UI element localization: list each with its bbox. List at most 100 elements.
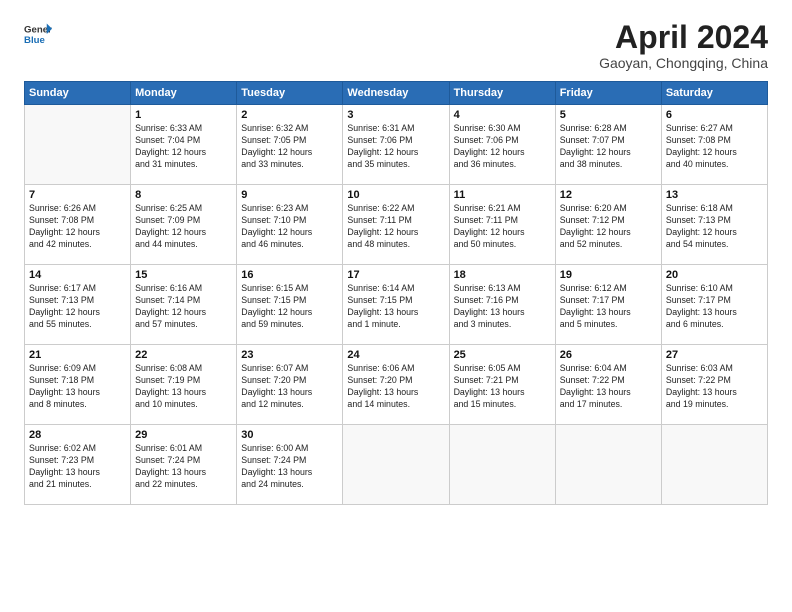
calendar-cell: 20 Sunrise: 6:10 AMSunset: 7:17 PMDayligh…: [661, 265, 767, 345]
day-info: Sunrise: 6:01 AMSunset: 7:24 PMDaylight:…: [135, 443, 232, 491]
calendar-cell: 18 Sunrise: 6:13 AMSunset: 7:16 PMDayligh…: [449, 265, 555, 345]
calendar-cell: 2 Sunrise: 6:32 AMSunset: 7:05 PMDaylight…: [237, 105, 343, 185]
day-number: 9: [241, 189, 338, 201]
calendar-cell: 26 Sunrise: 6:04 AMSunset: 7:22 PMDayligh…: [555, 345, 661, 425]
day-number: 11: [454, 189, 551, 201]
day-info: Sunrise: 6:07 AMSunset: 7:20 PMDaylight:…: [241, 363, 338, 411]
day-info: Sunrise: 6:05 AMSunset: 7:21 PMDaylight:…: [454, 363, 551, 411]
calendar-cell: 14 Sunrise: 6:17 AMSunset: 7:13 PMDayligh…: [25, 265, 131, 345]
calendar-cell: [661, 425, 767, 505]
day-number: 28: [29, 429, 126, 441]
day-info: Sunrise: 6:33 AMSunset: 7:04 PMDaylight:…: [135, 123, 232, 171]
day-number: 24: [347, 349, 444, 361]
day-number: 23: [241, 349, 338, 361]
day-number: 7: [29, 189, 126, 201]
day-number: 30: [241, 429, 338, 441]
day-info: Sunrise: 6:31 AMSunset: 7:06 PMDaylight:…: [347, 123, 444, 171]
day-info: Sunrise: 6:09 AMSunset: 7:18 PMDaylight:…: [29, 363, 126, 411]
col-header-monday: Monday: [131, 82, 237, 105]
calendar-cell: 13 Sunrise: 6:18 AMSunset: 7:13 PMDayligh…: [661, 185, 767, 265]
day-info: Sunrise: 6:28 AMSunset: 7:07 PMDaylight:…: [560, 123, 657, 171]
day-number: 16: [241, 269, 338, 281]
calendar-cell: 27 Sunrise: 6:03 AMSunset: 7:22 PMDayligh…: [661, 345, 767, 425]
day-number: 3: [347, 109, 444, 121]
calendar-cell: 7 Sunrise: 6:26 AMSunset: 7:08 PMDaylight…: [25, 185, 131, 265]
calendar-cell: 8 Sunrise: 6:25 AMSunset: 7:09 PMDaylight…: [131, 185, 237, 265]
calendar-cell: [555, 425, 661, 505]
day-number: 22: [135, 349, 232, 361]
calendar-cell: [449, 425, 555, 505]
calendar-cell: 1Sunrise: 6:33 AMSunset: 7:04 PMDaylight…: [131, 105, 237, 185]
day-info: Sunrise: 6:26 AMSunset: 7:08 PMDaylight:…: [29, 203, 126, 251]
calendar-table: SundayMondayTuesdayWednesdayThursdayFrid…: [24, 81, 768, 505]
day-number: 12: [560, 189, 657, 201]
day-number: 10: [347, 189, 444, 201]
calendar-cell: 25Sunrise: 6:05 AMSunset: 7:21 PMDayligh…: [449, 345, 555, 425]
day-info: Sunrise: 6:02 AMSunset: 7:23 PMDaylight:…: [29, 443, 126, 491]
col-header-tuesday: Tuesday: [237, 82, 343, 105]
day-info: Sunrise: 6:20 AMSunset: 7:12 PMDaylight:…: [560, 203, 657, 251]
day-info: Sunrise: 6:30 AMSunset: 7:06 PMDaylight:…: [454, 123, 551, 171]
calendar-cell: 21 Sunrise: 6:09 AMSunset: 7:18 PMDayligh…: [25, 345, 131, 425]
calendar-cell: 28 Sunrise: 6:02 AMSunset: 7:23 PMDayligh…: [25, 425, 131, 505]
day-number: 26: [560, 349, 657, 361]
calendar-cell: [343, 425, 449, 505]
day-number: 6: [666, 109, 763, 121]
location: Gaoyan, Chongqing, China: [599, 55, 768, 71]
day-info: Sunrise: 6:04 AMSunset: 7:22 PMDaylight:…: [560, 363, 657, 411]
calendar-cell: 16 Sunrise: 6:15 AMSunset: 7:15 PMDayligh…: [237, 265, 343, 345]
day-info: Sunrise: 6:03 AMSunset: 7:22 PMDaylight:…: [666, 363, 763, 411]
col-header-saturday: Saturday: [661, 82, 767, 105]
day-info: Sunrise: 6:00 AMSunset: 7:24 PMDaylight:…: [241, 443, 338, 491]
day-number: 2: [241, 109, 338, 121]
logo-icon: General Blue: [24, 20, 52, 48]
calendar-cell: 30 Sunrise: 6:00 AMSunset: 7:24 PMDayligh…: [237, 425, 343, 505]
calendar-cell: 23 Sunrise: 6:07 AMSunset: 7:20 PMDayligh…: [237, 345, 343, 425]
day-number: 27: [666, 349, 763, 361]
calendar-cell: 15 Sunrise: 6:16 AMSunset: 7:14 PMDayligh…: [131, 265, 237, 345]
day-number: 4: [454, 109, 551, 121]
day-number: 15: [135, 269, 232, 281]
calendar-cell: 29 Sunrise: 6:01 AMSunset: 7:24 PMDayligh…: [131, 425, 237, 505]
calendar-cell: 4 Sunrise: 6:30 AMSunset: 7:06 PMDaylight…: [449, 105, 555, 185]
col-header-thursday: Thursday: [449, 82, 555, 105]
day-info: Sunrise: 6:14 AMSunset: 7:15 PMDaylight:…: [347, 283, 444, 331]
title-block: April 2024 Gaoyan, Chongqing, China: [599, 20, 768, 71]
day-number: 17: [347, 269, 444, 281]
day-number: 5: [560, 109, 657, 121]
day-info: Sunrise: 6:08 AMSunset: 7:19 PMDaylight:…: [135, 363, 232, 411]
col-header-friday: Friday: [555, 82, 661, 105]
day-info: Sunrise: 6:22 AMSunset: 7:11 PMDaylight:…: [347, 203, 444, 251]
col-header-sunday: Sunday: [25, 82, 131, 105]
calendar-cell: 9 Sunrise: 6:23 AMSunset: 7:10 PMDaylight…: [237, 185, 343, 265]
day-info: Sunrise: 6:15 AMSunset: 7:15 PMDaylight:…: [241, 283, 338, 331]
day-number: 18: [454, 269, 551, 281]
day-number: 13: [666, 189, 763, 201]
day-number: 29: [135, 429, 232, 441]
calendar-cell: 22 Sunrise: 6:08 AMSunset: 7:19 PMDayligh…: [131, 345, 237, 425]
day-info: Sunrise: 6:25 AMSunset: 7:09 PMDaylight:…: [135, 203, 232, 251]
calendar-cell: 19Sunrise: 6:12 AMSunset: 7:17 PMDayligh…: [555, 265, 661, 345]
day-info: Sunrise: 6:23 AMSunset: 7:10 PMDaylight:…: [241, 203, 338, 251]
calendar-cell: 11 Sunrise: 6:21 AMSunset: 7:11 PMDayligh…: [449, 185, 555, 265]
calendar-cell: [25, 105, 131, 185]
calendar-cell: 6Sunrise: 6:27 AMSunset: 7:08 PMDaylight…: [661, 105, 767, 185]
day-info: Sunrise: 6:06 AMSunset: 7:20 PMDaylight:…: [347, 363, 444, 411]
day-number: 20: [666, 269, 763, 281]
month-title: April 2024: [599, 20, 768, 55]
logo: General Blue: [24, 20, 52, 48]
day-info: Sunrise: 6:10 AMSunset: 7:17 PMDaylight:…: [666, 283, 763, 331]
day-info: Sunrise: 6:18 AMSunset: 7:13 PMDaylight:…: [666, 203, 763, 251]
day-info: Sunrise: 6:17 AMSunset: 7:13 PMDaylight:…: [29, 283, 126, 331]
day-info: Sunrise: 6:13 AMSunset: 7:16 PMDaylight:…: [454, 283, 551, 331]
day-number: 21: [29, 349, 126, 361]
day-info: Sunrise: 6:21 AMSunset: 7:11 PMDaylight:…: [454, 203, 551, 251]
day-number: 14: [29, 269, 126, 281]
day-number: 8: [135, 189, 232, 201]
svg-text:Blue: Blue: [24, 35, 45, 46]
day-info: Sunrise: 6:12 AMSunset: 7:17 PMDaylight:…: [560, 283, 657, 331]
day-info: Sunrise: 6:32 AMSunset: 7:05 PMDaylight:…: [241, 123, 338, 171]
calendar-cell: 3 Sunrise: 6:31 AMSunset: 7:06 PMDaylight…: [343, 105, 449, 185]
day-info: Sunrise: 6:16 AMSunset: 7:14 PMDaylight:…: [135, 283, 232, 331]
calendar-cell: 10 Sunrise: 6:22 AMSunset: 7:11 PMDayligh…: [343, 185, 449, 265]
